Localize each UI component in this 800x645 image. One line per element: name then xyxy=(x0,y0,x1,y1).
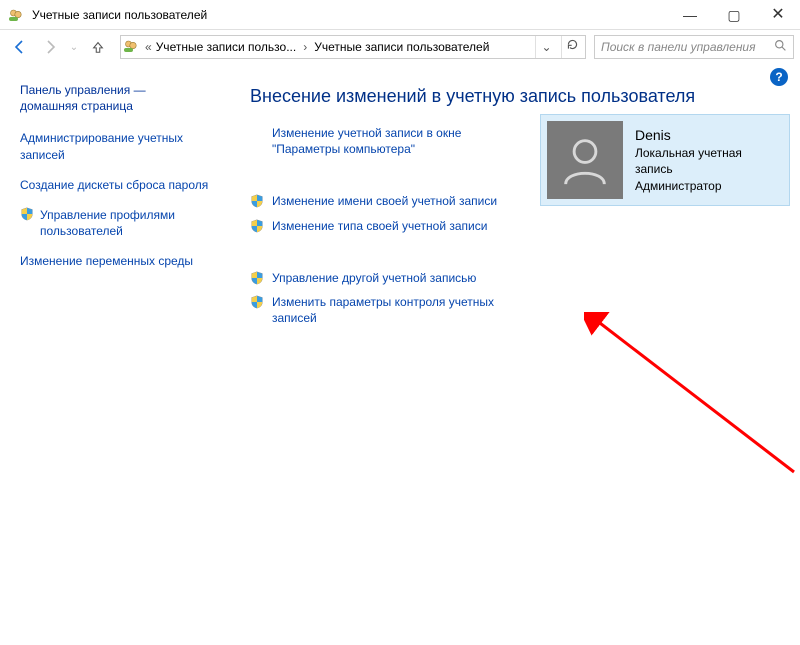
user-meta: Denis Локальная учетная запись Администр… xyxy=(635,126,779,193)
action-change-type[interactable]: Изменение типа своей учетной записи xyxy=(250,218,520,234)
search-icon[interactable] xyxy=(774,39,787,55)
sidebar-link-reset-disk[interactable]: Создание дискеты сброса пароля xyxy=(20,177,214,193)
back-button[interactable] xyxy=(6,33,34,61)
avatar xyxy=(547,121,623,199)
control-panel-home-link[interactable]: Панель управления — домашняя страница xyxy=(20,82,214,114)
action-change-in-settings[interactable]: Изменение учетной записи в окне "Парамет… xyxy=(250,125,520,157)
sidebar-link-env-vars[interactable]: Изменение переменных среды xyxy=(20,253,214,269)
close-button[interactable]: ✕ xyxy=(756,0,800,30)
titlebar: Учетные записи пользователей — ▢ ✕ xyxy=(0,0,800,30)
sidebar-link-admin-accounts[interactable]: Администрирование учетных записей xyxy=(20,130,214,162)
content-area: ? Панель управления — домашняя страница … xyxy=(0,64,800,645)
forward-button[interactable] xyxy=(36,33,64,61)
search-input[interactable]: Поиск в панели управления xyxy=(594,35,794,59)
account-action-list: Изменение учетной записи в окне "Парамет… xyxy=(250,125,520,326)
sidebar-link-manage-profiles[interactable]: Управление профилями пользователей xyxy=(20,207,214,239)
main-panel: Внесение изменений в учетную запись поль… xyxy=(226,64,800,645)
sidebar: Панель управления — домашняя страница Ад… xyxy=(0,64,226,645)
up-button[interactable] xyxy=(84,33,112,61)
action-manage-other[interactable]: Управление другой учетной записью xyxy=(250,270,520,286)
page-heading: Внесение изменений в учетную запись поль… xyxy=(250,86,790,107)
maximize-button[interactable]: ▢ xyxy=(712,0,756,30)
user-role: Администратор xyxy=(635,178,779,194)
user-name: Denis xyxy=(635,126,779,145)
shield-icon xyxy=(250,271,264,285)
refresh-button[interactable] xyxy=(561,36,583,58)
breadcrumb-item-1[interactable]: Учетные записи пользо... xyxy=(156,40,297,54)
app-icon xyxy=(8,7,24,23)
breadcrumb-overflow[interactable]: « xyxy=(143,40,152,54)
user-card[interactable]: Denis Локальная учетная запись Администр… xyxy=(540,114,790,206)
breadcrumb-item-2[interactable]: Учетные записи пользователей xyxy=(314,40,489,54)
search-placeholder: Поиск в панели управления xyxy=(601,40,768,54)
chevron-right-icon[interactable]: › xyxy=(300,40,310,54)
shield-icon xyxy=(250,194,264,208)
breadcrumb-icon xyxy=(123,38,139,57)
annotation-arrow xyxy=(584,312,800,482)
shield-icon xyxy=(250,295,264,309)
shield-icon xyxy=(250,219,264,233)
user-account-kind: Локальная учетная запись xyxy=(635,145,779,177)
window-title: Учетные записи пользователей xyxy=(32,8,668,22)
action-change-name[interactable]: Изменение имени своей учетной записи xyxy=(250,193,520,209)
action-uac-settings[interactable]: Изменить параметры контроля учетных запи… xyxy=(250,294,520,326)
minimize-button[interactable]: — xyxy=(668,0,712,30)
nav-toolbar: ⌄ « Учетные записи пользо... › Учетные з… xyxy=(0,30,800,64)
recent-dropdown[interactable]: ⌄ xyxy=(66,33,82,61)
address-bar[interactable]: « Учетные записи пользо... › Учетные зап… xyxy=(120,35,586,59)
shield-icon xyxy=(20,207,34,221)
address-dropdown[interactable]: ⌄ xyxy=(535,36,557,58)
